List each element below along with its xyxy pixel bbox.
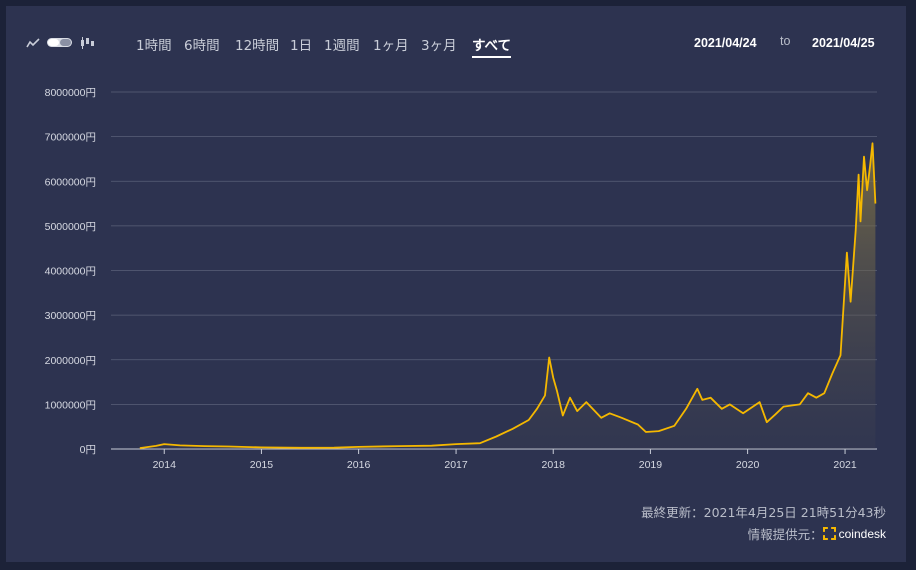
chart-panel: 1時間 6時間 12時間 1日 1週間 1ヶ月 3ヶ月 すべて 2021/04/… xyxy=(6,6,906,562)
price-line[interactable] xyxy=(139,142,877,449)
x-tick-label: 2015 xyxy=(250,459,274,471)
x-tick-label: 2014 xyxy=(153,459,177,471)
price-area-fill xyxy=(139,143,876,450)
x-tick-label: 2020 xyxy=(736,459,760,471)
provider-label: 情報提供元： xyxy=(747,527,823,542)
y-tick-label: 4000000円 xyxy=(45,266,96,278)
coindesk-mark-icon xyxy=(822,527,836,540)
x-tick-label: 2017 xyxy=(444,459,468,471)
x-tick-label: 2016 xyxy=(347,459,371,471)
y-tick-label: 6000000円 xyxy=(45,176,96,188)
x-tick-label: 2018 xyxy=(542,459,566,471)
y-tick-label: 8000000円 xyxy=(45,87,96,99)
y-tick-label: 2000000円 xyxy=(45,355,96,367)
y-tick-label: 3000000円 xyxy=(45,310,96,322)
last-updated: 最終更新：2021年4月25日 21時51分43秒 xyxy=(641,505,886,520)
y-tick-label: 1000000円 xyxy=(45,399,96,411)
x-axis-ticks: 2014 2015 2016 2017 2018 2019 2020 2021 xyxy=(153,449,857,471)
x-tick-label: 2021 xyxy=(833,459,857,471)
y-axis-ticks: 0円 1000000円 2000000円 3000000円 4000000円 500000… xyxy=(45,87,96,456)
y-tick-label: 0円 xyxy=(80,444,96,456)
price-chart[interactable]: 0円 1000000円 2000000円 3000000円 4000000円 500000… xyxy=(6,6,906,496)
y-tick-label: 5000000円 xyxy=(45,221,96,233)
x-tick-label: 2019 xyxy=(639,459,663,471)
y-tick-label: 7000000円 xyxy=(45,132,96,144)
data-provider: 情報提供元： coindesk xyxy=(748,524,886,543)
coindesk-logo[interactable]: coindesk xyxy=(822,526,886,541)
provider-name: coindesk xyxy=(838,526,886,541)
chart-grid xyxy=(111,91,877,450)
